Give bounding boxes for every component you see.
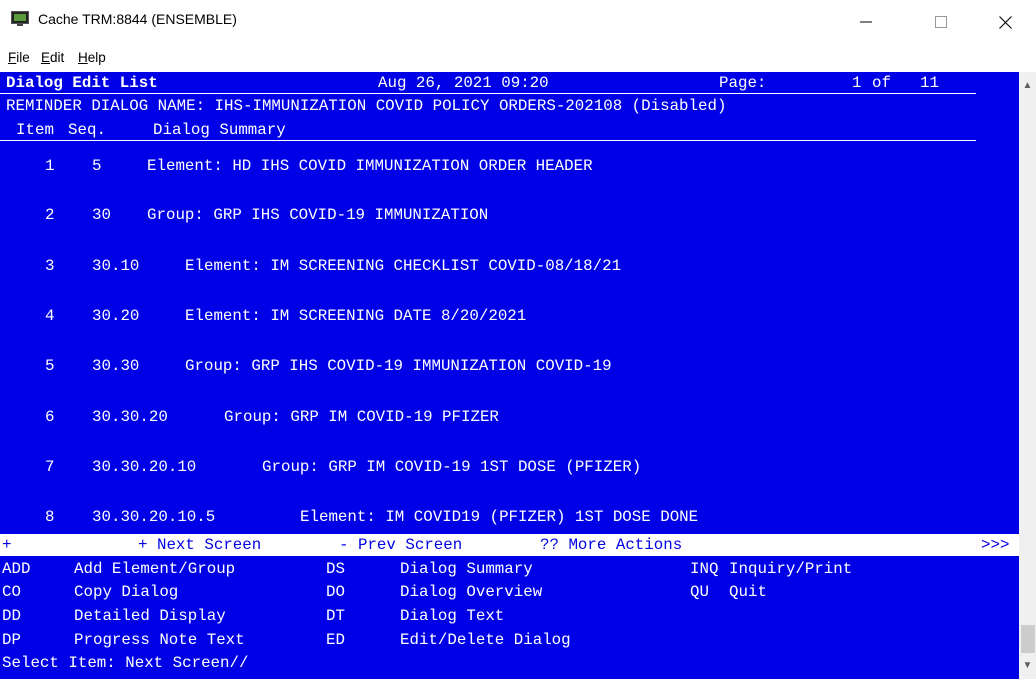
header-page-number: 1 [852, 74, 862, 92]
title-bar: Cache TRM:8844 (ENSEMBLE) [0, 0, 1036, 44]
item-seq: 30.30 [92, 357, 140, 375]
menu-edit[interactable]: Edit [41, 50, 64, 65]
action-label-do[interactable]: Dialog Overview [400, 581, 542, 603]
menu-help-accel: H [78, 50, 88, 65]
action-code-co[interactable]: CO [2, 581, 21, 603]
header-page-total: 11 [920, 74, 939, 92]
menu-file-accel: F [8, 50, 17, 65]
action-code-dt[interactable]: DT [326, 605, 345, 627]
action-label-qu[interactable]: Quit [729, 581, 767, 603]
prev-screen-action[interactable]: - Prev Screen [339, 534, 462, 556]
item-summary: Element: HD IHS COVID IMMUNIZATION ORDER… [147, 157, 593, 175]
item-seq: 5 [92, 157, 102, 175]
window-title: Cache TRM:8844 (ENSEMBLE) [38, 11, 237, 27]
column-header-seq: Seq. [68, 121, 106, 139]
command-prompt[interactable]: Select Item: Next Screen// [2, 652, 248, 674]
action-code-do[interactable]: DO [326, 581, 345, 603]
action-code-add[interactable]: ADD [2, 558, 30, 580]
action-code-dd[interactable]: DD [2, 605, 21, 627]
item-summary: Group: GRP IM COVID-19 PFIZER [224, 408, 499, 426]
vertical-scrollbar[interactable] [1019, 72, 1036, 679]
action-code-dp[interactable]: DP [2, 629, 21, 651]
item-summary: Element: IM SCREENING CHECKLIST COVID-08… [185, 257, 622, 275]
menu-help-label: elp [87, 50, 106, 65]
action-code-ed[interactable]: ED [326, 629, 345, 651]
item-number: 5 [45, 357, 55, 375]
action-code-qu[interactable]: QU [690, 581, 709, 603]
item-number: 2 [45, 206, 55, 224]
action-code-inq[interactable]: INQ [690, 558, 718, 580]
header-datetime: Aug 26, 2021 09:20 [378, 74, 549, 92]
close-button[interactable] [983, 4, 1027, 40]
column-header-underline [0, 140, 976, 141]
nav-more-indicator: + [2, 536, 12, 554]
item-summary: Element: IM SCREENING DATE 8/20/2021 [185, 307, 527, 325]
item-seq: 30 [92, 206, 111, 224]
header-underline [0, 93, 976, 94]
minimize-icon [860, 21, 872, 23]
scroll-down-icon[interactable]: ▼ [1019, 660, 1036, 676]
more-actions-action[interactable]: ?? More Actions [540, 534, 682, 556]
next-screen-action[interactable]: + Next Screen [138, 534, 261, 556]
dialog-name: REMINDER DIALOG NAME: IHS-IMMUNIZATION C… [6, 97, 727, 115]
maximize-icon [935, 16, 947, 28]
action-label-co[interactable]: Copy Dialog [74, 581, 178, 603]
action-label-add[interactable]: Add Element/Group [74, 558, 235, 580]
scroll-up-icon[interactable]: ▲ [1019, 80, 1036, 96]
minimize-button[interactable] [844, 4, 888, 40]
item-seq: 30.30.20.10.5 [92, 508, 216, 526]
list-title: Dialog Edit List [6, 74, 158, 92]
item-summary: Group: GRP IM COVID-19 1ST DOSE (PFIZER) [262, 458, 642, 476]
action-label-dt[interactable]: Dialog Text [400, 605, 504, 627]
terminal-icon [11, 11, 29, 26]
header-page-label: Page: [719, 74, 767, 92]
action-label-dp[interactable]: Progress Note Text [74, 629, 245, 651]
item-number: 4 [45, 307, 55, 325]
action-label-inq[interactable]: Inquiry/Print [729, 558, 852, 580]
menu-edit-label: dit [50, 50, 65, 65]
column-header-summary: Dialog Summary [153, 121, 286, 139]
navigation-bar: + + Next Screen - Prev Screen ?? More Ac… [0, 534, 1019, 556]
nav-arrows: >>> [981, 536, 1010, 554]
menu-file-label: ile [16, 50, 30, 65]
item-seq: 30.20 [92, 307, 140, 325]
item-summary: Group: GRP IHS COVID-19 IMMUNIZATION COV… [185, 357, 612, 375]
menu-bar: File Edit Help [0, 44, 1036, 72]
menu-edit-accel: E [41, 50, 51, 65]
item-seq: 30.30.20.10 [92, 458, 197, 476]
action-label-ds[interactable]: Dialog Summary [400, 558, 533, 580]
item-summary: Group: GRP IHS COVID-19 IMMUNIZATION [147, 206, 489, 224]
header-page-of: of [872, 74, 891, 92]
item-summary: Element: IM COVID19 (PFIZER) 1ST DOSE DO… [300, 508, 699, 526]
item-seq: 30.30.20 [92, 408, 168, 426]
action-code-ds[interactable]: DS [326, 558, 345, 580]
close-icon [998, 15, 1012, 29]
menu-file[interactable]: File [8, 50, 30, 65]
maximize-button[interactable] [919, 4, 963, 40]
menu-help[interactable]: Help [78, 50, 106, 65]
item-seq: 30.10 [92, 257, 140, 275]
terminal-screen[interactable]: Dialog Edit List Aug 26, 2021 09:20 Page… [0, 72, 1019, 679]
item-number: 8 [45, 508, 55, 526]
action-label-ed[interactable]: Edit/Delete Dialog [400, 629, 571, 651]
scroll-thumb[interactable] [1021, 625, 1035, 653]
item-number: 6 [45, 408, 55, 426]
item-number: 3 [45, 257, 55, 275]
item-number: 1 [45, 157, 55, 175]
action-label-dd[interactable]: Detailed Display [74, 605, 226, 627]
column-header-item: Item [16, 121, 54, 139]
item-number: 7 [45, 458, 55, 476]
